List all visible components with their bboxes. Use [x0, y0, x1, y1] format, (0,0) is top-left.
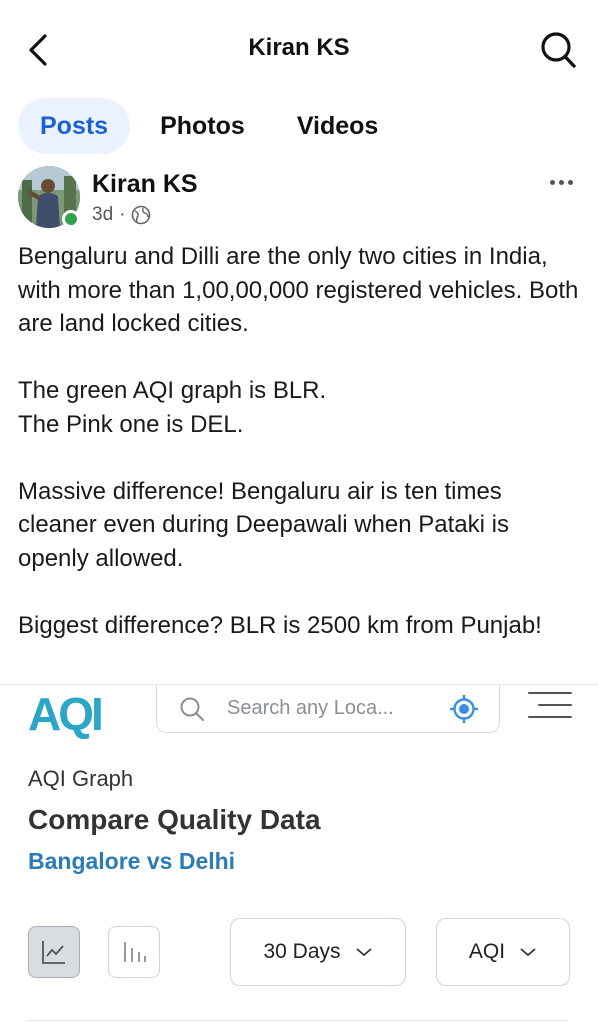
- search-button[interactable]: [538, 28, 578, 72]
- post-text: Bengaluru and Dilli are the only two cit…: [18, 240, 584, 642]
- post-paragraph: Bengaluru and Dilli are the only two cit…: [18, 243, 579, 337]
- post-image[interactable]: AQI Search any Loca... AQI Graph Compare…: [0, 684, 598, 1023]
- range-dropdown: 30 Days: [230, 918, 406, 986]
- search-icon: [177, 694, 207, 724]
- post-line: The Pink one is DEL.: [18, 410, 244, 438]
- profile-tabs: Posts Photos Videos: [18, 98, 400, 154]
- top-bar: Kiran KS: [0, 0, 598, 98]
- post-paragraph: Massive difference! Bengaluru air is ten…: [18, 477, 509, 572]
- chevron-down-icon: [355, 948, 372, 957]
- page-title: Kiran KS: [248, 34, 350, 61]
- post-header: Kiran KS 3d ·: [18, 166, 580, 230]
- bar-chart-toggle: [108, 926, 160, 978]
- aqi-kicker: AQI Graph: [28, 766, 134, 791]
- tab-photos[interactable]: Photos: [138, 98, 267, 154]
- aqi-logo: AQI: [28, 688, 104, 740]
- post-author[interactable]: Kiran KS: [92, 170, 198, 199]
- aqi-title: Compare Quality Data: [28, 804, 321, 835]
- more-dot: [567, 179, 573, 185]
- post-time[interactable]: 3d: [92, 204, 113, 226]
- meta-separator: ·: [119, 204, 126, 225]
- more-options-button[interactable]: [544, 170, 578, 194]
- search-placeholder: Search any Loca...: [227, 697, 394, 719]
- line-chart-icon: [42, 941, 65, 964]
- more-dot: [558, 179, 564, 185]
- aqi-subtitle: Bangalore vs Delhi: [28, 848, 236, 874]
- location-search-box: Search any Loca...: [156, 685, 500, 733]
- range-dropdown-value: 30 Days: [263, 940, 341, 963]
- bar-chart-icon: [124, 942, 146, 962]
- line-chart-toggle: [28, 926, 80, 978]
- tab-posts[interactable]: Posts: [18, 98, 131, 154]
- online-status-dot: [62, 210, 80, 228]
- menu-icon: [528, 689, 572, 721]
- search-icon: [541, 32, 576, 68]
- metric-dropdown: AQI: [436, 918, 570, 986]
- aqi-header: AQI Search any Loca...: [0, 684, 598, 746]
- chevron-down-icon: [520, 948, 536, 957]
- post-line: The green AQI graph is BLR.: [18, 377, 327, 404]
- globe-icon: [132, 205, 151, 225]
- post-paragraph: Biggest difference? BLR is 2500 km from …: [18, 611, 542, 639]
- divider: [28, 1020, 568, 1021]
- more-dot: [549, 179, 555, 185]
- metric-dropdown-value: AQI: [468, 940, 506, 963]
- tab-videos[interactable]: Videos: [275, 98, 401, 154]
- locate-icon: [449, 694, 479, 724]
- post-meta: 3d ·: [92, 204, 151, 226]
